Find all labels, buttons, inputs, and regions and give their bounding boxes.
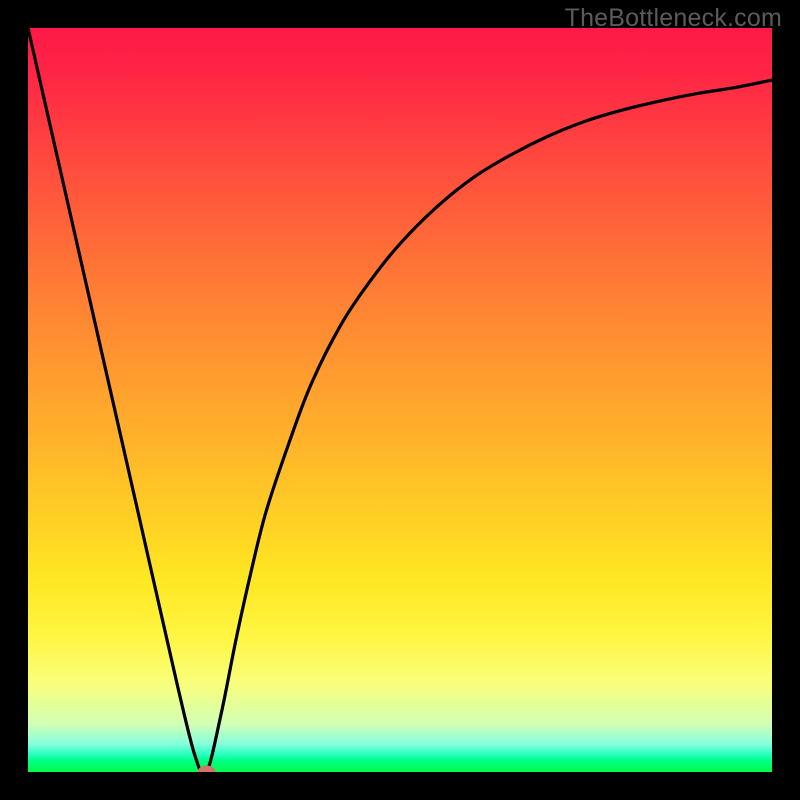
chart-svg <box>28 28 772 772</box>
chart-frame: TheBottleneck.com <box>0 0 800 800</box>
curve-path <box>28 28 772 772</box>
plot-area <box>28 28 772 772</box>
